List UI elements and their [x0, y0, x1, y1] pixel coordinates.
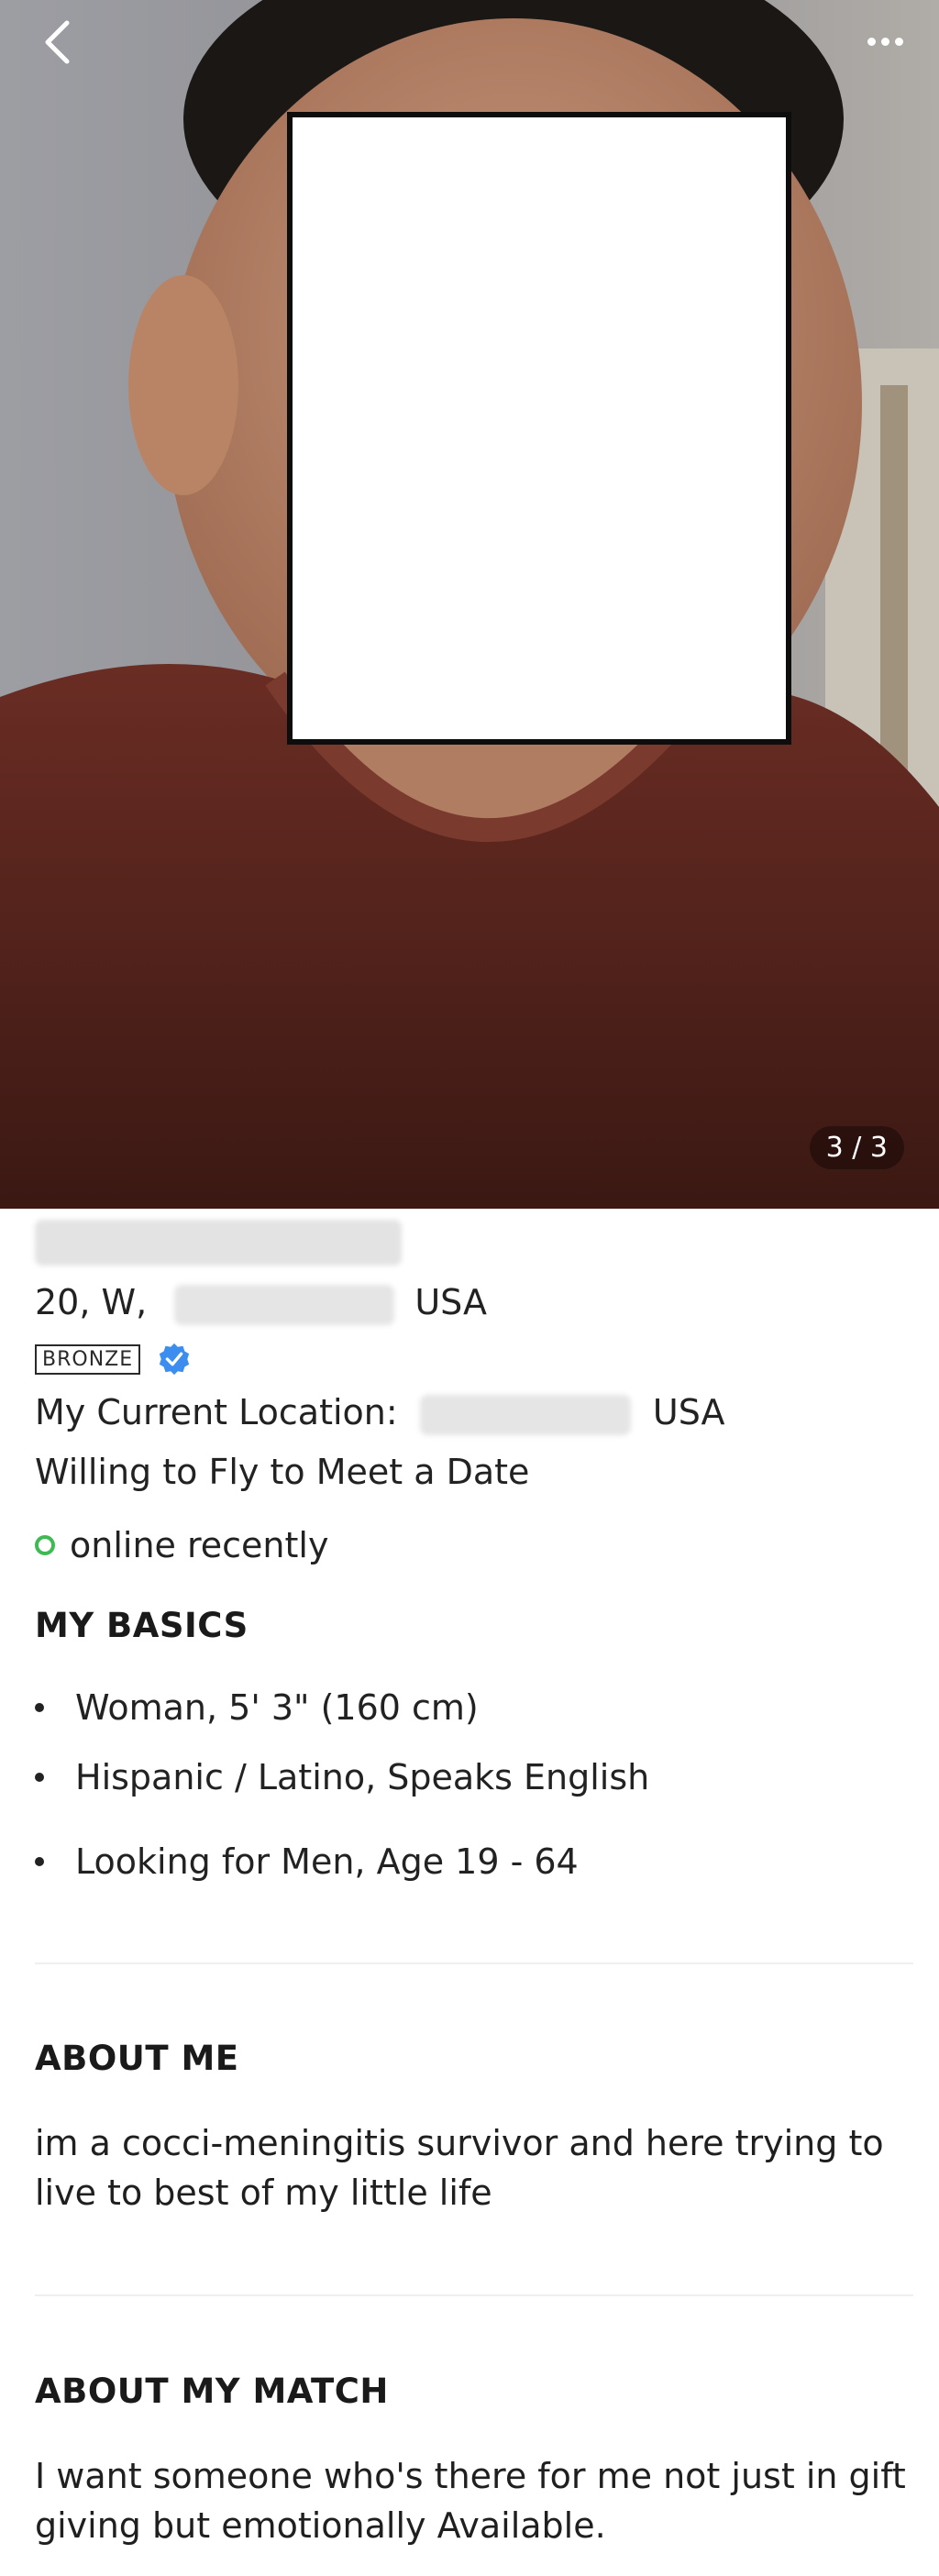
- bullet-icon: [35, 1772, 44, 1782]
- more-dot: [894, 37, 903, 46]
- about-me-title: ABOUT ME: [35, 2039, 239, 2078]
- basics-item-text: Looking for Men, Age 19 - 64: [75, 1841, 579, 1882]
- city-redacted: [174, 1284, 395, 1325]
- more-options-button[interactable]: [853, 20, 917, 62]
- basics-item-text: Hispanic / Latino, Speaks English: [75, 1757, 650, 1797]
- more-dot: [880, 37, 889, 46]
- current-location-redacted: [419, 1394, 631, 1435]
- age-gender: 20, W,: [35, 1282, 148, 1322]
- photo-scene: [0, 0, 939, 1209]
- country: USA: [414, 1282, 487, 1322]
- basics-item-text: Woman, 5' 3" (160 cm): [75, 1687, 479, 1728]
- profile-photo[interactable]: 3 / 3: [0, 0, 939, 1209]
- current-location-label: My Current Location:: [35, 1392, 398, 1432]
- about-me-text: im a cocci-meningitis survivor and here …: [35, 2123, 884, 2213]
- travel-line: Willing to Fly to Meet a Date: [35, 1452, 530, 1492]
- about-match-text: I want someone who's there for me not ju…: [35, 2456, 906, 2546]
- back-button[interactable]: [37, 17, 77, 68]
- current-location-line: My Current Location: USA: [35, 1392, 725, 1435]
- bullet-icon: [35, 1702, 44, 1712]
- basics-item: Hispanic / Latino, Speaks English: [35, 1757, 649, 1797]
- badge-row: BRONZE: [35, 1342, 192, 1376]
- online-status: online recently: [35, 1525, 328, 1565]
- online-status-text: online recently: [70, 1525, 329, 1565]
- about-match-title: ABOUT MY MATCH: [35, 2371, 389, 2411]
- name-redacted: [35, 1220, 402, 1266]
- chevron-left-icon: [45, 20, 70, 64]
- verified-check-icon: [159, 1343, 190, 1376]
- membership-badge: BRONZE: [35, 1343, 141, 1375]
- divider: [35, 1962, 913, 1964]
- basics-item: Looking for Men, Age 19 - 64: [35, 1841, 579, 1882]
- age-location-line: 20, W, USA: [35, 1282, 487, 1325]
- current-location-country: USA: [652, 1392, 725, 1432]
- basics-title: MY BASICS: [35, 1606, 249, 1645]
- more-dots-icon: [867, 37, 876, 46]
- divider: [35, 2294, 913, 2296]
- basics-item: Woman, 5' 3" (160 cm): [35, 1687, 479, 1728]
- online-status-icon: [35, 1534, 55, 1555]
- bullet-icon: [35, 1856, 44, 1866]
- photo-counter: 3 / 3: [809, 1126, 904, 1169]
